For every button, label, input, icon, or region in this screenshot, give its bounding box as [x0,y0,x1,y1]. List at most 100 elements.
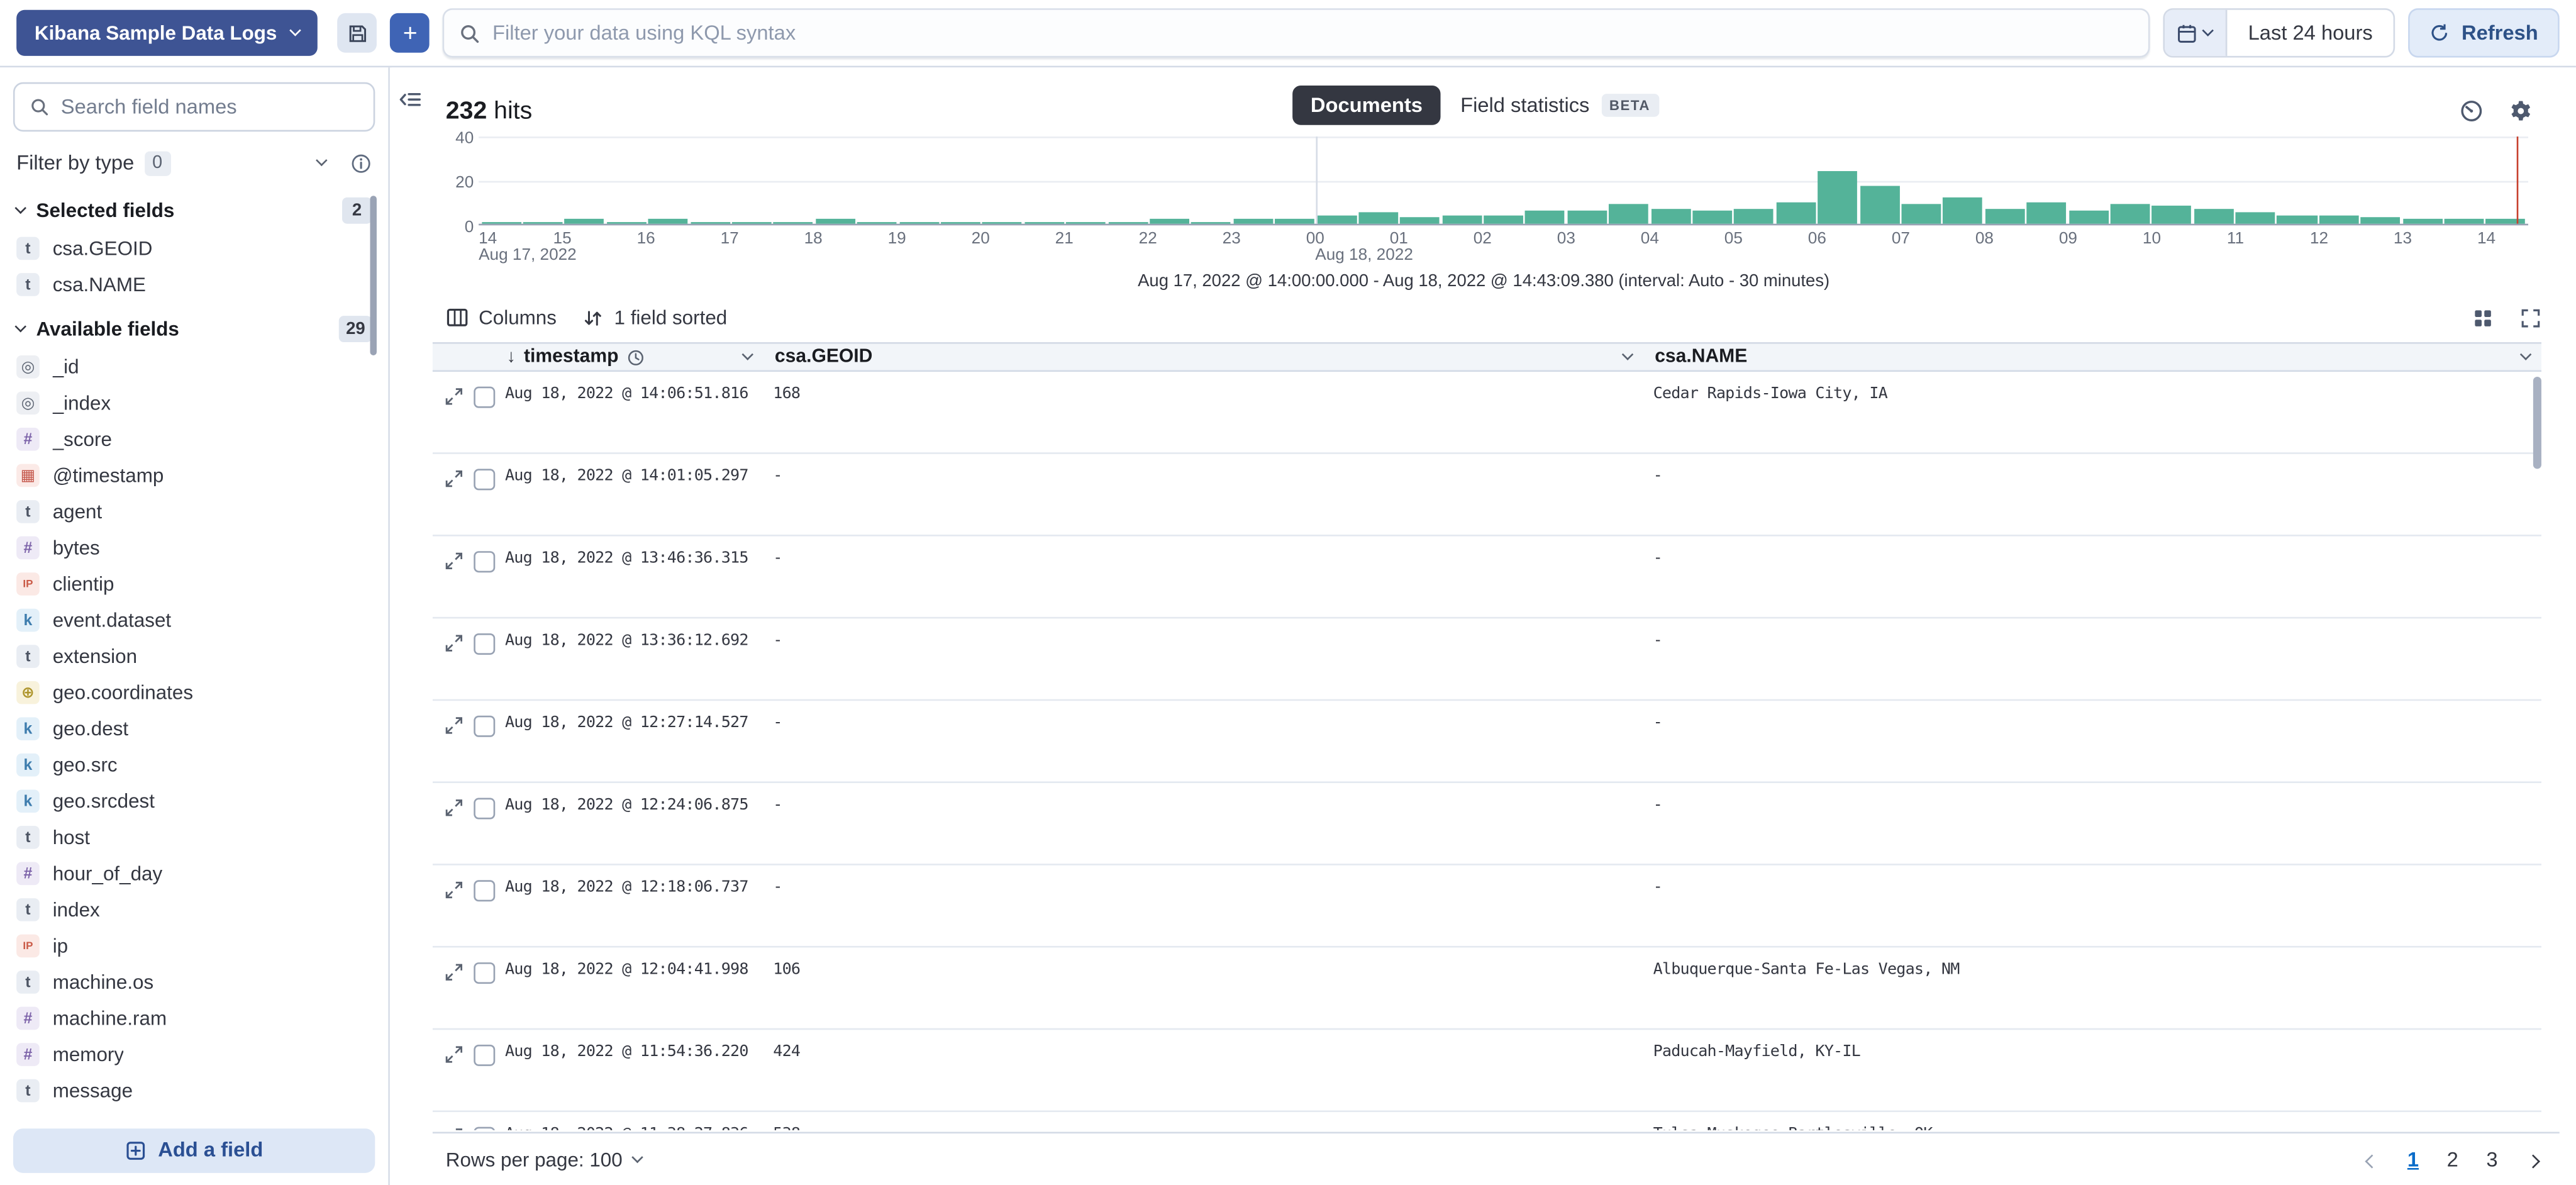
field-item-_id[interactable]: ◎_id [0,348,388,385]
field-search-input[interactable] [61,96,358,119]
field-item-geo.dest[interactable]: kgeo.dest [0,711,388,747]
row-checkbox[interactable] [474,1127,495,1130]
header-csa-name[interactable]: csa.NAME [1643,344,2541,370]
histogram-bar[interactable] [2486,220,2526,224]
histogram-bar[interactable] [2277,215,2317,224]
field-item-machine.os[interactable]: tmachine.os [0,964,388,1001]
expand-document-icon[interactable] [444,469,464,488]
sort-fields-button[interactable]: 1 field sorted [583,306,727,329]
pagination-page-2[interactable]: 2 [2434,1141,2471,1177]
expand-document-icon[interactable] [444,962,464,982]
row-checkbox[interactable] [474,1045,495,1066]
field-item-clientip[interactable]: IPclientip [0,566,388,603]
field-item-_index[interactable]: ◎_index [0,385,388,421]
filter-by-type-control[interactable]: Filter by type 0 [16,148,372,177]
histogram-bar[interactable] [1233,220,1273,224]
field-item-@timestamp[interactable]: ▦@timestamp [0,457,388,494]
histogram-bar[interactable] [607,221,647,224]
chevron-down-icon[interactable] [2520,348,2531,360]
histogram-bar[interactable] [1651,208,1690,224]
chevron-down-icon[interactable] [741,348,753,360]
selected-fields-header[interactable]: Selected fields 2 [0,184,388,230]
tab-field-statistics[interactable]: Field statistics BETA [1444,86,1675,125]
histogram-bar[interactable] [1401,217,1440,224]
field-item-host[interactable]: thost [0,820,388,856]
next-page-button[interactable] [2517,1147,2550,1171]
expand-document-icon[interactable] [444,1045,464,1064]
histogram-bar[interactable] [732,221,772,224]
row-checkbox[interactable] [474,880,495,901]
histogram-bar[interactable] [691,221,730,224]
expand-document-icon[interactable] [444,798,464,818]
histogram-bar[interactable] [1735,208,1774,224]
row-checkbox[interactable] [474,633,495,655]
histogram-bar[interactable] [1776,201,1816,223]
histogram-bar[interactable] [2194,208,2233,224]
histogram-bar[interactable] [816,220,855,224]
field-item-index[interactable]: tindex [0,892,388,928]
field-item-geo.coordinates[interactable]: ⊕geo.coordinates [0,674,388,711]
histogram-bar[interactable] [1484,215,1523,224]
histogram-bar[interactable] [1358,213,1398,224]
save-query-button[interactable] [338,13,377,53]
histogram-bar[interactable] [2402,220,2442,224]
field-item-agent[interactable]: tagent [0,494,388,530]
histogram-bar[interactable] [1567,211,1607,224]
field-item-geo.srcdest[interactable]: kgeo.srcdest [0,783,388,820]
histogram-bar[interactable] [1275,220,1314,224]
histogram-bar[interactable] [2152,206,2192,223]
row-checkbox[interactable] [474,962,495,984]
histogram-bar[interactable] [899,221,939,224]
histogram-bar[interactable] [482,221,521,224]
histogram-bar[interactable] [1609,204,1649,224]
field-item-hour_of_day[interactable]: #hour_of_day [0,855,388,892]
header-csa-geoid[interactable]: csa.GEOID [763,344,1643,370]
display-density-icon[interactable] [2472,307,2494,328]
histogram-bar[interactable] [774,221,813,224]
row-checkbox[interactable] [474,387,495,408]
histogram-bar[interactable] [2319,215,2359,224]
field-item-csa.GEOID[interactable]: tcsa.GEOID [0,230,388,267]
info-icon[interactable] [350,152,372,174]
add-filter-button[interactable]: + [391,13,430,53]
columns-button[interactable]: Columns [446,306,557,329]
field-item-machine.ram[interactable]: #machine.ram [0,1000,388,1037]
field-item-geo.src[interactable]: kgeo.src [0,747,388,783]
histogram-bar[interactable] [1985,208,2024,224]
row-checkbox[interactable] [474,798,495,820]
histogram-bar[interactable] [2236,213,2275,224]
histogram-bar[interactable] [982,221,1022,224]
field-item-_score[interactable]: #_score [0,421,388,458]
histogram-bar[interactable] [2445,220,2484,224]
field-item-memory[interactable]: #memory [0,1037,388,1073]
available-fields-header[interactable]: Available fields 29 [0,303,388,348]
histogram-bar[interactable] [523,221,563,224]
histogram-bar[interactable] [1943,197,1983,223]
field-item-event.dataset[interactable]: kevent.dataset [0,602,388,638]
time-range-button[interactable]: Last 24 hours [2227,10,2394,56]
histogram-bar[interactable] [2361,217,2401,224]
field-item-message[interactable]: tmessage [0,1072,388,1109]
header-timestamp[interactable]: ↓ timestamp [495,344,763,370]
tab-documents[interactable]: Documents [1292,86,1441,125]
field-item-extension[interactable]: textension [0,638,388,675]
expand-document-icon[interactable] [444,880,464,899]
histogram-bar[interactable] [1191,221,1231,224]
gear-icon[interactable] [2509,99,2533,123]
histogram-bar[interactable] [1442,215,1482,224]
histogram-bar[interactable] [1108,221,1148,224]
row-checkbox[interactable] [474,469,495,490]
fullscreen-icon[interactable] [2520,307,2541,328]
rows-per-page-button[interactable]: Rows per page: 100 [446,1147,642,1171]
histogram-bar[interactable] [1066,221,1106,224]
refresh-button[interactable]: Refresh [2409,8,2559,57]
table-scrollbar[interactable] [2533,377,2541,469]
field-item-ip[interactable]: IPip [0,928,388,964]
histogram-bar[interactable] [1526,211,1565,224]
histogram-bar[interactable] [941,221,980,224]
histogram-bar[interactable] [565,220,604,224]
field-item-bytes[interactable]: #bytes [0,530,388,566]
histogram-bar[interactable] [648,220,688,224]
histogram-bar[interactable] [2068,211,2108,224]
histogram-bar[interactable] [1150,220,1189,224]
